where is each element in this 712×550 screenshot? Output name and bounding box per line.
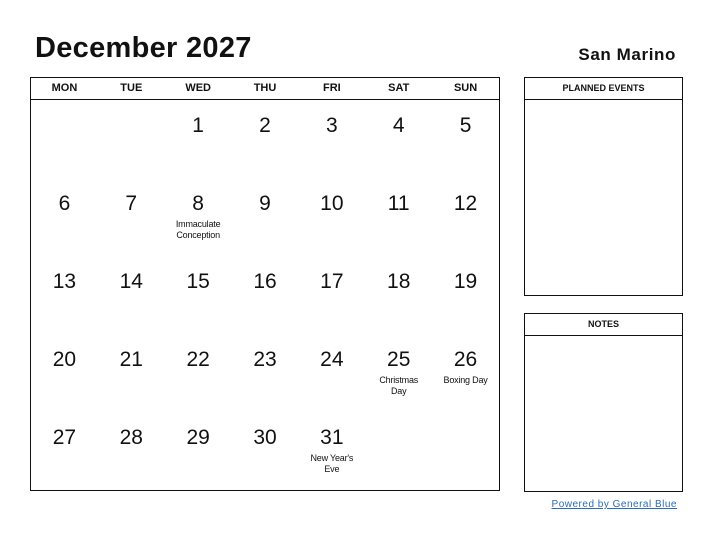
day-cell: 18 — [365, 256, 432, 334]
day-cell: 14 — [98, 256, 165, 334]
day-number: 11 — [387, 192, 410, 215]
holiday-label: Christmas Day — [379, 375, 419, 396]
day-cell: 6 — [31, 178, 98, 256]
day-cell: 13 — [31, 256, 98, 334]
day-number: 1 — [192, 114, 204, 137]
day-cell — [31, 100, 98, 178]
country-name: San Marino — [578, 45, 676, 64]
day-number: 26 — [453, 348, 478, 371]
day-cell: 2 — [232, 100, 299, 178]
day-number: 28 — [119, 426, 143, 449]
day-number: 7 — [125, 192, 138, 215]
calendar-grid: MON TUE WED THU FRI SAT SUN 1 2 3 4 5 6 7 8 Imma… — [30, 77, 500, 491]
weekday-label: SUN — [453, 82, 478, 94]
day-number: 10 — [320, 192, 344, 215]
day-cell: 30 — [232, 412, 299, 490]
planned-events-panel: PLANNED EVENTS — [524, 77, 683, 296]
day-number: 23 — [253, 348, 277, 371]
day-number: 13 — [52, 270, 77, 293]
day-number: 4 — [392, 114, 405, 137]
day-cell: 10 — [298, 178, 365, 256]
planned-events-heading: PLANNED EVENTS — [525, 78, 682, 100]
day-number: 14 — [119, 270, 143, 293]
day-cell: 7 — [98, 178, 165, 256]
day-cell: 28 — [98, 412, 165, 490]
day-cell: 9 — [232, 178, 299, 256]
day-cell: 27 — [31, 412, 98, 490]
weekday-label: WED — [185, 82, 211, 94]
day-number: 22 — [186, 348, 210, 371]
day-cell: 21 — [98, 334, 165, 412]
day-number: 18 — [387, 270, 411, 293]
day-number: 9 — [259, 192, 271, 215]
weekday-label: FRI — [323, 82, 341, 94]
day-cell: 3 — [298, 100, 365, 178]
day-cell: 19 — [432, 256, 499, 334]
weekday-label: MON — [51, 82, 78, 94]
day-number: 17 — [320, 270, 344, 293]
day-cell: 12 — [432, 178, 499, 256]
day-number: 30 — [253, 426, 277, 449]
day-number: 25 — [387, 348, 411, 371]
day-number: 19 — [453, 270, 478, 293]
day-number: 16 — [253, 270, 277, 293]
weekday-header: MON TUE WED THU FRI SAT SUN — [31, 78, 499, 100]
day-number: 5 — [459, 114, 472, 137]
holiday-label: Boxing Day — [443, 375, 488, 385]
day-cell: 4 — [365, 100, 432, 178]
day-number: 2 — [259, 114, 271, 137]
day-cell: 11 — [365, 178, 432, 256]
day-number: 20 — [52, 348, 77, 371]
day-cell: 31 New Year's Eve — [298, 412, 365, 490]
day-number: 24 — [320, 348, 344, 371]
notes-panel: NOTES — [524, 313, 683, 492]
day-cell: 1 — [165, 100, 232, 178]
day-cell: 8 Immaculate Conception — [165, 178, 232, 256]
day-number: 29 — [186, 426, 210, 449]
day-number: 8 — [192, 192, 204, 215]
day-cell: 15 — [165, 256, 232, 334]
day-cell: 29 — [165, 412, 232, 490]
day-cell: 26 Boxing Day — [432, 334, 499, 412]
weekday-label: SAT — [388, 82, 410, 94]
day-cell: 20 — [31, 334, 98, 412]
day-number: 12 — [453, 192, 478, 215]
day-cell — [365, 412, 432, 490]
calendar-days: 1 2 3 4 5 6 7 8 Immaculate Conception 9 10 11 12 13 14… — [31, 100, 499, 490]
day-number: 3 — [326, 114, 338, 137]
day-cell: 5 — [432, 100, 499, 178]
day-cell: 24 — [298, 334, 365, 412]
day-number: 27 — [52, 426, 77, 449]
weekday-label: THU — [253, 82, 277, 94]
day-number: 21 — [119, 348, 143, 371]
day-cell: 23 — [232, 334, 299, 412]
day-cell: 25 Christmas Day — [365, 334, 432, 412]
day-cell: 17 — [298, 256, 365, 334]
day-number: 15 — [186, 270, 210, 293]
holiday-label: New Year's Eve — [310, 453, 354, 474]
weekday-label: TUE — [120, 82, 143, 94]
notes-heading: NOTES — [525, 314, 682, 336]
holiday-label: Immaculate Conception — [175, 219, 221, 240]
day-cell — [432, 412, 499, 490]
day-cell: 22 — [165, 334, 232, 412]
day-number: 31 — [320, 426, 344, 449]
day-cell — [98, 100, 165, 178]
page-title: December 2027 — [35, 32, 252, 64]
day-number: 6 — [58, 192, 71, 215]
day-cell: 16 — [232, 256, 299, 334]
powered-by-link[interactable]: Powered by General Blue — [552, 499, 677, 510]
